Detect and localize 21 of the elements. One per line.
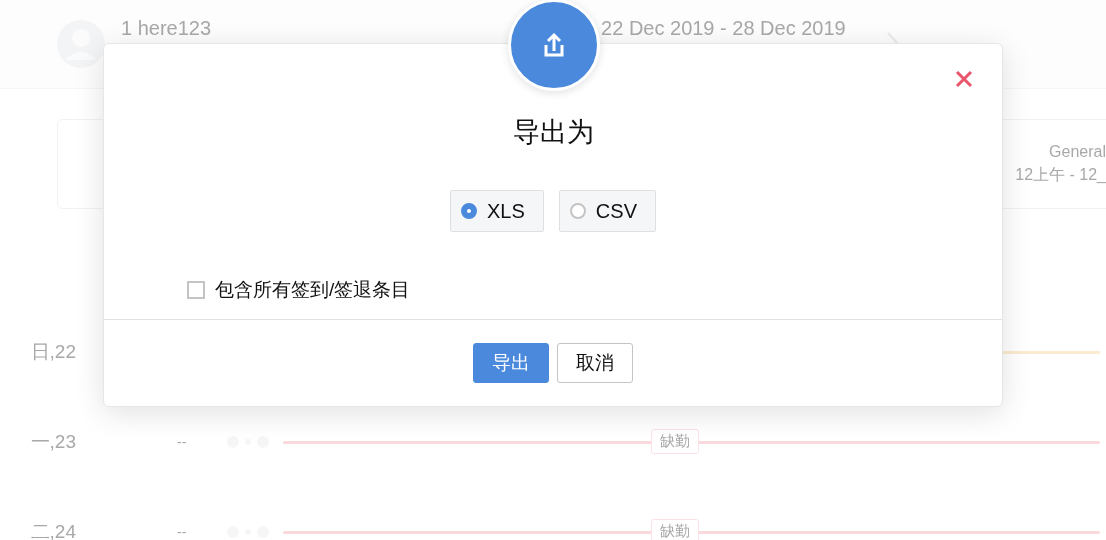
cancel-button[interactable]: 取消 — [557, 343, 633, 383]
time-text: -- — [177, 524, 188, 540]
shift-name: General — [1049, 142, 1106, 161]
close-icon[interactable] — [955, 70, 973, 88]
format-label: CSV — [595, 199, 637, 223]
format-radio[interactable]: CSV — [558, 190, 656, 232]
day-label: 日,22 — [29, 340, 76, 364]
export-button[interactable]: 导出 — [473, 343, 549, 383]
checkbox[interactable] — [187, 281, 205, 299]
option-label: 包含所有签到/签退条目 — [215, 278, 411, 302]
user-name: 1 here123 — [121, 17, 212, 40]
time-text: -- — [177, 434, 188, 450]
day-label: 一,23 — [29, 430, 76, 454]
absent-tag: 缺勤 — [651, 519, 699, 540]
shift-hours: 12上午 - 12_ — [1015, 164, 1106, 185]
absent-tag: 缺勤 — [651, 429, 699, 454]
format-label: XLS — [487, 199, 525, 223]
format-radio[interactable]: XLS — [450, 190, 544, 232]
date-range: 22 Dec 2019 - 28 Dec 2019 — [601, 17, 846, 40]
dialog-title: 导出为 — [512, 116, 594, 149]
day-label: 二,24 — [29, 520, 76, 540]
